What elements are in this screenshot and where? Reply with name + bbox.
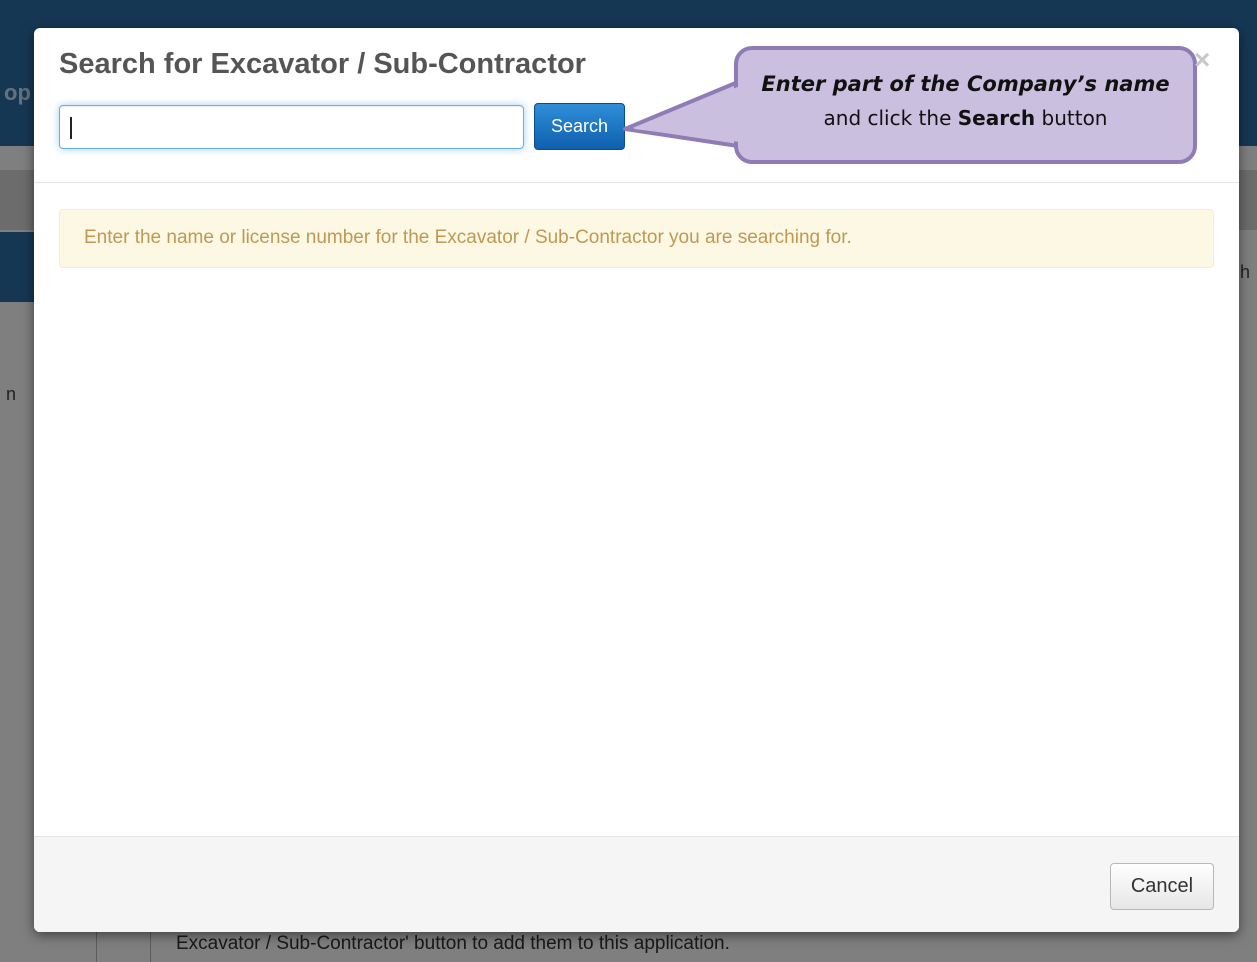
- modal-header: Search for Excavator / Sub-Contractor Se…: [34, 28, 1239, 183]
- cancel-button[interactable]: Cancel: [1110, 863, 1214, 910]
- callout-text: button: [1035, 106, 1108, 130]
- instruction-callout: Enter part of the Company’s name and cli…: [734, 46, 1197, 164]
- callout-line-2: and click the Search button: [738, 106, 1193, 130]
- text-cursor: [70, 117, 72, 139]
- callout-bold-text: Search: [957, 106, 1036, 130]
- search-button[interactable]: Search: [534, 103, 625, 150]
- callout-text: and click the: [823, 106, 958, 130]
- search-contractor-modal: Search for Excavator / Sub-Contractor Se…: [34, 28, 1239, 932]
- close-icon[interactable]: ×: [1194, 46, 1210, 74]
- info-alert: Enter the name or license number for the…: [59, 209, 1214, 268]
- callout-line-1: Enter part of the Company’s name: [761, 72, 1170, 96]
- modal-footer: Cancel: [34, 836, 1239, 932]
- search-input[interactable]: [59, 105, 524, 149]
- modal-title: Search for Excavator / Sub-Contractor: [59, 48, 586, 80]
